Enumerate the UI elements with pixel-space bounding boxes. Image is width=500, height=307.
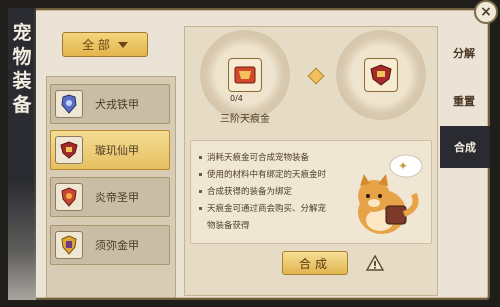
tianhen-gold-icon (234, 66, 256, 84)
material-label: 三阶天痕金 (220, 114, 270, 125)
equipment-item-label: 炎帝圣甲 (95, 191, 139, 204)
title-char-4: 备 (12, 94, 32, 116)
equipment-item-label: 璇玑仙甲 (95, 144, 139, 157)
equipment-item-label: 须弥金甲 (95, 239, 139, 252)
title-char-1: 宠 (12, 22, 32, 44)
armor-blue-icon (55, 90, 83, 118)
note-line: 物装备获得 (207, 221, 250, 231)
armor-gold-red-icon (370, 64, 392, 86)
note-line: 消耗天痕金可合成宠物装备 (199, 151, 309, 163)
equipment-item-1[interactable]: 犬戎铁甲 (50, 84, 170, 124)
armor-gold-icon (55, 231, 83, 259)
title-char-3: 装 (12, 70, 32, 92)
equipment-item-3[interactable]: 炎帝圣甲 (50, 177, 170, 217)
result-slot[interactable] (364, 58, 398, 92)
tab-decompose[interactable]: 分解 (444, 32, 484, 74)
ink-wash-decoration (8, 180, 36, 300)
compose-button[interactable]: 合成 (282, 251, 348, 275)
title-char-2: 物 (12, 46, 32, 68)
note-line: 使用的材料中有绑定的天痕金时 (199, 168, 326, 180)
equipment-item-2[interactable]: 璇玑仙甲 (50, 130, 170, 170)
shiba-pet-illustration: ✦ (358, 154, 423, 234)
tab-reset[interactable]: 重置 (444, 80, 484, 122)
equipment-item-4[interactable]: 须弥金甲 (50, 225, 170, 265)
note-line: 合成获得的装备为绑定 (199, 185, 292, 197)
svg-text:✦: ✦ (398, 159, 408, 173)
close-button[interactable]: × (474, 0, 498, 24)
chevron-down-icon (117, 41, 128, 48)
material-count: 0/4 (230, 94, 243, 103)
title-banner: 宠 物 装 备 (8, 8, 36, 300)
warning-icon[interactable] (366, 254, 384, 272)
category-dropdown-label: 全 部 (82, 38, 110, 52)
equipment-item-label: 犬戎铁甲 (95, 98, 139, 111)
material-slot[interactable] (228, 58, 262, 92)
tab-compose[interactable]: 合成 (440, 126, 490, 168)
category-dropdown[interactable]: 全 部 (62, 32, 148, 57)
note-line: 天痕金可通过商会购买、分解宠 (199, 202, 326, 214)
armor-gold-red-icon (55, 136, 83, 164)
armor-red-icon (55, 183, 83, 211)
